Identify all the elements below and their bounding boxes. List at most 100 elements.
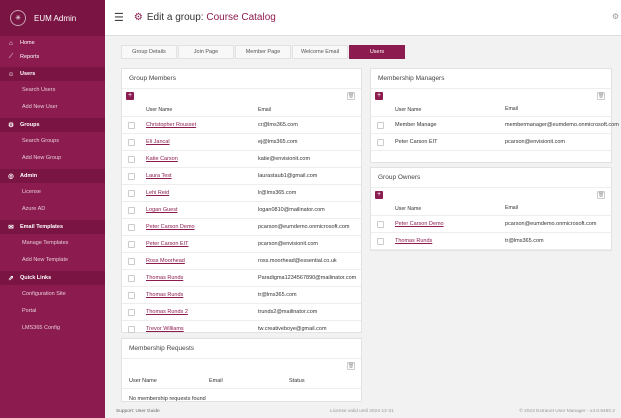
sidebar-item-manage-templates[interactable]: Manage Templates [0, 234, 105, 251]
panel-title: Group Members [122, 69, 361, 89]
tab-welcome-email[interactable]: Welcome Email [292, 45, 348, 59]
sidebar-item-label: Search Groups [22, 137, 59, 144]
sidebar-item-portal[interactable]: Portal [0, 302, 105, 319]
sidebar-item-users[interactable]: ☺ Users [0, 67, 105, 81]
user-name[interactable]: Lehi Reid [146, 190, 258, 196]
user-name[interactable]: Thomas Runds [146, 275, 258, 281]
sidebar-item-azure-ad[interactable]: Azure AD [0, 200, 105, 217]
user-name[interactable]: Thomas Runds [395, 238, 505, 244]
row-checkbox[interactable] [128, 274, 135, 282]
user-email: pcarson@envisionit.com [258, 241, 318, 247]
sidebar-item-add-new-user[interactable]: Add New User [0, 98, 105, 115]
user-name[interactable]: Ross Moorhead [146, 258, 258, 264]
table-row: Eli Jancal ej@lms365.com [122, 134, 361, 151]
sidebar-item-add-new-group[interactable]: Add New Group [0, 149, 105, 166]
group-members-panel: Group Members + 🗑 User Name Email Christ… [121, 68, 362, 338]
table-row: Trevor Williams tw.creativeboye@gmail.com [122, 321, 361, 338]
row-checkbox[interactable] [128, 291, 135, 299]
user-name[interactable]: Thomas Runds [146, 292, 258, 298]
header-spacer [128, 106, 135, 113]
row-checkbox[interactable] [377, 138, 384, 146]
table-row: Lehi Reid lr@lms365.com [122, 185, 361, 202]
user-email: tw.creativeboye@gmail.com [258, 326, 327, 332]
row-checkbox[interactable] [128, 257, 135, 265]
sidebar-item-email-templates[interactable]: ✉ Email Templates [0, 220, 105, 234]
sidebar-item-label: Admin [20, 173, 38, 179]
user-name[interactable]: Peter Carson Demo [146, 224, 258, 230]
support-link[interactable]: Support: User Guide [116, 409, 160, 414]
user-name[interactable]: Katie Carson [146, 156, 258, 162]
table-row: Peter Carson Demo pcarson@eumdemo.onmicro… [371, 216, 611, 233]
col-user-name: User Name [146, 106, 173, 113]
sidebar-item-license[interactable]: License [0, 183, 105, 200]
row-checkbox[interactable] [128, 138, 135, 146]
footer: Support: User Guide License valid until … [105, 405, 621, 418]
row-checkbox[interactable] [128, 308, 135, 316]
add-owner-button[interactable]: + [375, 191, 383, 199]
user-name[interactable]: Laura Test [146, 173, 258, 179]
managers-list: Member Manage membermanager@eumdemo.onmic… [371, 117, 619, 151]
settings-icon[interactable]: ⚙ [612, 12, 619, 21]
brand[interactable]: ✳ EUM Admin [0, 0, 105, 36]
sidebar-item-search-groups[interactable]: Search Groups [0, 132, 105, 149]
tab-users[interactable]: Users [349, 45, 405, 59]
sidebar-item-label: Search Users [22, 86, 56, 93]
sidebar-item-search-users[interactable]: Search Users [0, 81, 105, 98]
table-row: Peter Carson Demo pcarson@eumdemo.onmicro… [122, 219, 361, 236]
sidebar-item-label: Home [20, 40, 35, 46]
tab-member-page[interactable]: Member Page [235, 45, 291, 59]
tab-join-page[interactable]: Join Page [178, 45, 234, 59]
user-name[interactable]: Christopher Rousset [146, 122, 258, 128]
row-checkbox[interactable] [128, 172, 135, 180]
sidebar-item-reports[interactable]: ⟋ Reports [0, 50, 105, 64]
table-row: Thomas Runds tr@lms365.com [371, 233, 611, 250]
sidebar-item-quick-links[interactable]: ⇗ Quick Links [0, 271, 105, 285]
col-email: Email [505, 205, 518, 211]
row-checkbox[interactable] [377, 220, 384, 228]
sidebar-item-configuration-site[interactable]: Configuration Site [0, 285, 105, 302]
delete-icon[interactable]: 🗑 [597, 92, 605, 100]
user-name[interactable]: Thomas Runds 2 [146, 309, 258, 315]
row-checkbox[interactable] [128, 325, 135, 333]
user-name[interactable]: Peter Carson EIT [146, 241, 258, 247]
delete-icon[interactable]: 🗑 [347, 92, 355, 100]
row-checkbox[interactable] [128, 223, 135, 231]
user-email: membermanager@eumdemo.onmicrosoft.com [505, 121, 619, 128]
col-email: Email [209, 377, 223, 384]
user-name: Peter Carson EIT [395, 139, 438, 145]
sidebar-item-lms365-config[interactable]: LMS365 Config [0, 319, 105, 336]
sidebar-item-add-new-template[interactable]: Add New Template [0, 251, 105, 268]
menu-icon[interactable]: ☰ [114, 11, 124, 24]
groups-icon: ⚙ [8, 122, 14, 129]
license-text: License valid until 2024-12-31 [330, 409, 394, 414]
row-checkbox[interactable] [128, 121, 135, 129]
membership-requests-panel: Membership Requests 🗑 User Name Email St… [121, 338, 362, 402]
user-name[interactable]: Trevor Williams [146, 326, 258, 332]
row-checkbox[interactable] [377, 237, 384, 245]
delete-icon[interactable]: 🗑 [597, 191, 605, 199]
row-checkbox[interactable] [128, 206, 135, 214]
sidebar-nav: ⌂ Home ⟋ Reports ☺ Users Search Users Add New U… [0, 36, 105, 336]
sidebar-item-label: Add New Template [22, 256, 69, 263]
user-name[interactable]: Logan Guest [146, 207, 258, 213]
user-email: katie@envisionit.com [258, 156, 311, 162]
delete-icon[interactable]: 🗑 [347, 362, 355, 370]
sidebar-item-groups[interactable]: ⚙ Groups [0, 118, 105, 132]
tab-bar: Group Details Join Page Member Page Welcome… [121, 45, 406, 59]
user-name[interactable]: Eli Jancal [146, 139, 258, 145]
row-checkbox[interactable] [128, 189, 135, 197]
table-header: User Name Email [371, 202, 611, 216]
sidebar-item-label: Configuration Site [22, 290, 66, 297]
row-checkbox[interactable] [377, 121, 384, 129]
members-list: Christopher Rousset cr@lms365.com Eli Janc… [122, 117, 361, 338]
sidebar-item-home[interactable]: ⌂ Home [0, 36, 105, 50]
sidebar-item-admin[interactable]: ◎ Admin [0, 169, 105, 183]
row-checkbox[interactable] [128, 240, 135, 248]
tab-group-details[interactable]: Group Details [121, 45, 177, 59]
add-member-button[interactable]: + [126, 92, 134, 100]
user-name[interactable]: Peter Carson Demo [395, 221, 505, 227]
row-checkbox[interactable] [128, 155, 135, 163]
sidebar: ✳ EUM Admin ⌂ Home ⟋ Reports ☺ Users Search Us… [0, 0, 105, 418]
page-title: Edit a group: Course Catalog [146, 12, 276, 23]
add-manager-button[interactable]: + [375, 92, 383, 100]
